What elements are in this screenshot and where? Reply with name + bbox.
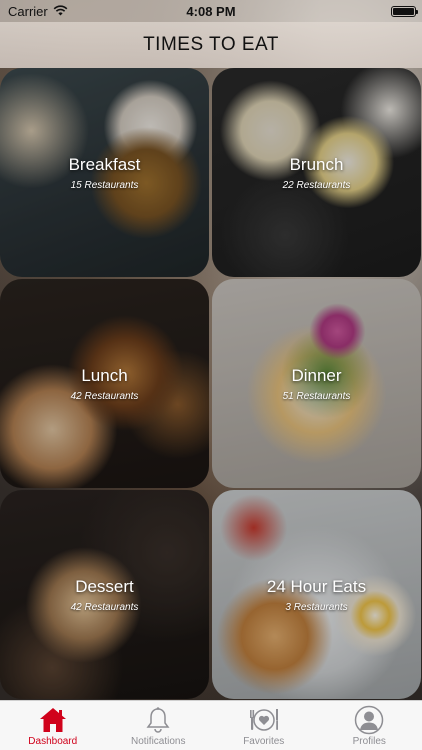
tab-bar: Dashboard Notifications Favorites Profil… [0, 700, 422, 750]
page-title: TIMES TO EAT [143, 34, 279, 55]
carrier-label: Carrier [8, 3, 48, 19]
battery-fill [393, 7, 414, 15]
nav-header: TIMES TO EAT [0, 22, 422, 68]
tab-dashboard[interactable]: Dashboard [0, 701, 106, 750]
heart-plate-icon [247, 705, 281, 735]
tab-favorites[interactable]: Favorites [211, 701, 317, 750]
tab-profiles[interactable]: Profiles [317, 701, 422, 750]
home-icon [36, 705, 70, 735]
tile-count: 3 Restaurants [285, 601, 348, 613]
tile-name: Dessert [75, 576, 134, 596]
battery-icon [391, 5, 418, 17]
tab-notifications[interactable]: Notifications [106, 701, 212, 750]
wifi-icon [53, 4, 68, 19]
tile-brunch[interactable]: Brunch 22 Restaurants [212, 68, 421, 277]
meal-times-grid: Breakfast 15 Restaurants Brunch 22 Resta… [0, 68, 422, 700]
tile-24-hour-eats[interactable]: 24 Hour Eats 3 Restaurants [212, 490, 421, 699]
tile-count: 42 Restaurants [70, 390, 139, 402]
tile-dinner[interactable]: Dinner 51 Restaurants [212, 279, 421, 488]
tile-dessert[interactable]: Dessert 42 Restaurants [0, 490, 209, 699]
tab-label: Notifications [131, 736, 186, 747]
tab-label: Favorites [243, 736, 285, 747]
tile-name: Dinner [291, 365, 342, 385]
tab-label: Dashboard [28, 736, 78, 747]
tile-count: 15 Restaurants [70, 179, 139, 191]
tile-lunch[interactable]: Lunch 42 Restaurants [0, 279, 209, 488]
status-left: Carrier [8, 4, 68, 19]
tile-breakfast[interactable]: Breakfast 15 Restaurants [0, 68, 209, 277]
tile-name: Lunch [81, 365, 128, 385]
person-icon [352, 705, 386, 735]
tile-count: 42 Restaurants [70, 601, 139, 613]
tile-name: Brunch [289, 154, 344, 174]
tile-name: Breakfast [68, 154, 141, 174]
tile-count: 22 Restaurants [282, 179, 351, 191]
status-bar: Carrier 4:08 PM [0, 0, 422, 22]
tile-count: 51 Restaurants [282, 390, 351, 402]
tile-name: 24 Hour Eats [266, 576, 367, 596]
bell-icon [141, 705, 175, 735]
tab-label: Profiles [352, 736, 386, 747]
